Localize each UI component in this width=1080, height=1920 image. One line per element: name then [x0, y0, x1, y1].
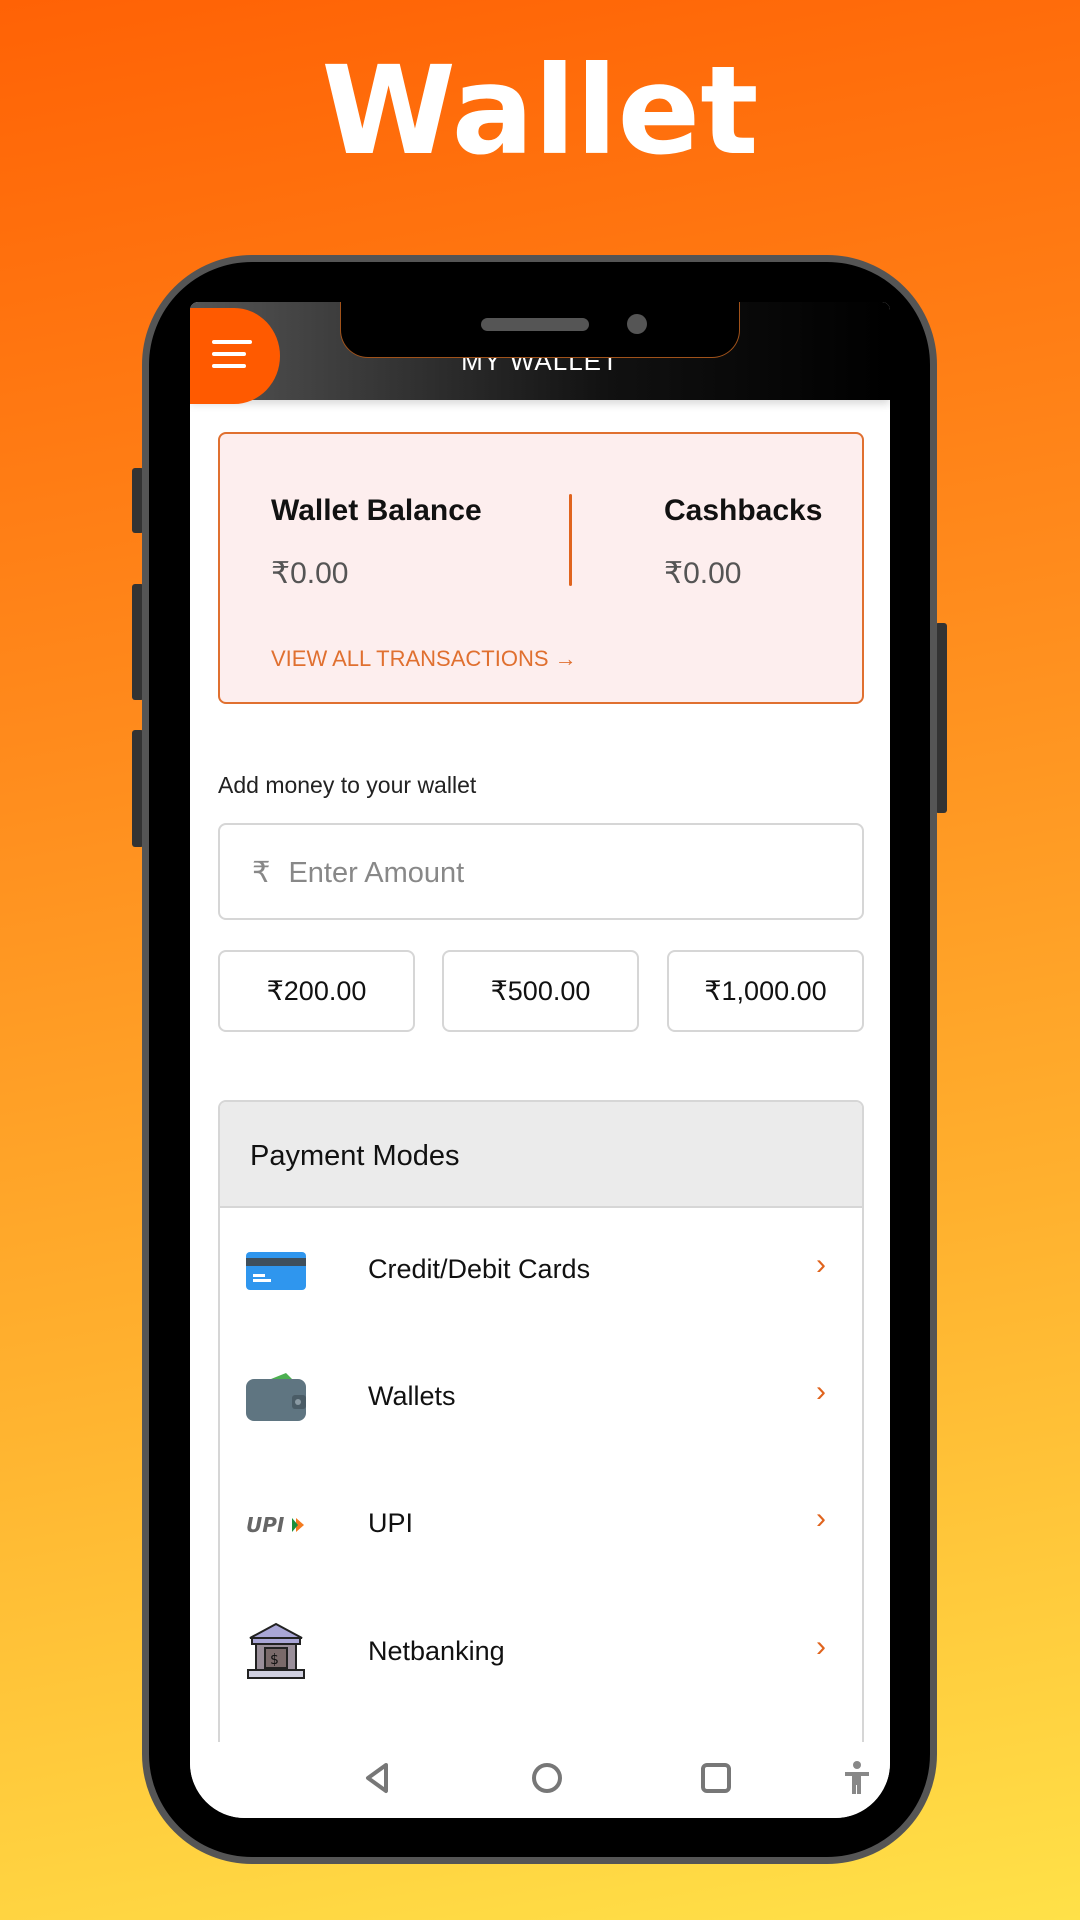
chevron-right-icon: ›	[816, 1502, 826, 1535]
chevron-right-icon: ›	[816, 1375, 826, 1408]
payment-modes-title: Payment Modes	[220, 1102, 862, 1208]
chevron-right-icon: ›	[816, 1248, 826, 1281]
phone-notch	[340, 302, 740, 358]
wallet-icon	[246, 1373, 306, 1421]
home-icon[interactable]	[529, 1760, 565, 1796]
view-all-transactions-link[interactable]: VIEW ALL TRANSACTIONS →	[271, 646, 577, 672]
amount-input[interactable]: ₹ Enter Amount	[218, 823, 864, 920]
chevron-right-icon: ›	[816, 1630, 826, 1663]
balance-card: Wallet Balance ₹0.00 Cashbacks ₹0.00 VIE…	[218, 432, 864, 704]
payment-mode-label: Credit/Debit Cards	[368, 1254, 591, 1284]
back-icon[interactable]	[360, 1760, 396, 1796]
divider	[569, 494, 572, 586]
rupee-icon: ₹	[252, 857, 271, 889]
menu-button[interactable]	[190, 308, 280, 404]
payment-mode-upi[interactable]: UPI UPI ›	[220, 1474, 862, 1574]
preset-amount-button[interactable]: ₹500.00	[442, 950, 639, 1032]
credit-card-icon	[246, 1252, 306, 1290]
payment-mode-netbanking[interactable]: $ Netbanking ›	[220, 1602, 862, 1702]
upi-logo-icon: UPI	[246, 1513, 304, 1537]
svg-text:UPI: UPI	[246, 1513, 285, 1537]
payment-mode-credit-debit-cards[interactable]: Credit/Debit Cards ›	[220, 1220, 862, 1320]
speaker-icon	[481, 318, 589, 331]
accessibility-icon[interactable]	[842, 1760, 872, 1796]
amount-placeholder: Enter Amount	[288, 857, 465, 889]
system-nav-bar	[190, 1742, 890, 1818]
svg-text:$: $	[270, 1652, 279, 1668]
cashbacks-value: ₹0.00	[664, 557, 742, 590]
phone-screen: MY WALLET Wallet Balance ₹0.00 Cashbacks…	[190, 302, 890, 1818]
add-money-label: Add money to your wallet	[218, 772, 477, 798]
wallet-balance-value: ₹0.00	[271, 557, 349, 590]
wallet-balance-label: Wallet Balance	[271, 494, 482, 527]
preset-amount-button[interactable]: ₹200.00	[218, 950, 415, 1032]
payment-modes-panel: Payment Modes Credit/Debit Cards › Walle…	[218, 1100, 864, 1818]
recents-icon[interactable]	[698, 1760, 734, 1796]
bank-icon: $	[247, 1622, 305, 1679]
camera-icon	[627, 314, 647, 334]
banner-title: Wallet	[321, 40, 759, 182]
payment-mode-label: Wallets	[368, 1381, 456, 1411]
payment-mode-label: Netbanking	[368, 1636, 505, 1666]
payment-mode-label: UPI	[368, 1508, 414, 1538]
cashbacks-label: Cashbacks	[664, 494, 823, 527]
payment-mode-wallets[interactable]: Wallets ›	[220, 1347, 862, 1447]
preset-amount-button[interactable]: ₹1,000.00	[667, 950, 864, 1032]
